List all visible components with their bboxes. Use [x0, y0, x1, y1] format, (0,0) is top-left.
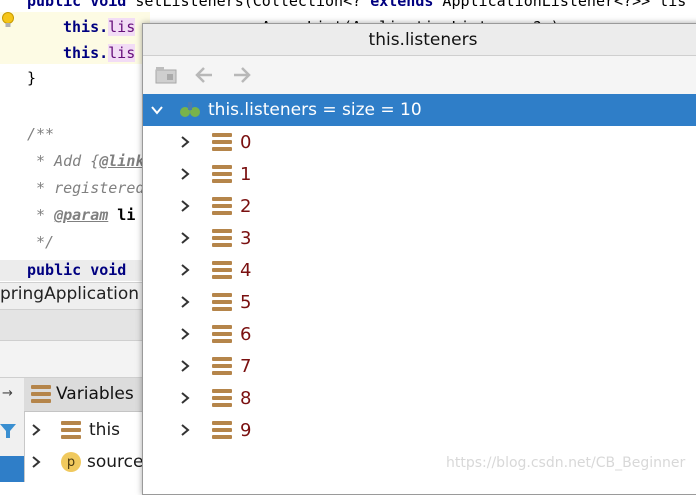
comment-close: */: [27, 233, 55, 251]
code-line-public-void: public void: [27, 261, 127, 279]
element-index: 5: [240, 291, 252, 313]
arrow-right-icon[interactable]: →: [2, 386, 13, 401]
chevron-right-icon[interactable]: [176, 293, 194, 311]
chevron-right-icon[interactable]: [27, 453, 45, 471]
field-icon: [61, 421, 81, 439]
tree-child-row[interactable]: 9: [143, 414, 696, 446]
variables-icon: [31, 385, 51, 403]
element-index: 0: [240, 131, 252, 153]
chevron-right-icon[interactable]: [176, 133, 194, 151]
forward-arrow-icon[interactable]: [229, 62, 255, 88]
field-icon: [212, 293, 232, 311]
field-icon: [212, 421, 232, 439]
comment-registered: * registered: [27, 179, 145, 197]
chevron-right-icon[interactable]: [176, 261, 194, 279]
comment-param: * @param li: [27, 206, 136, 224]
variables-title: Variables: [56, 384, 134, 404]
chevron-right-icon[interactable]: [176, 197, 194, 215]
tree-child-row[interactable]: 5: [143, 286, 696, 318]
popup-title[interactable]: this.listeners: [143, 24, 696, 56]
code-line-assign-2: this.lis: [63, 44, 136, 62]
selected-frame-marker: [0, 456, 24, 482]
field-icon: [212, 165, 232, 183]
chevron-right-icon[interactable]: [176, 229, 194, 247]
folder-icon[interactable]: [153, 62, 179, 88]
field-icon: [212, 229, 232, 247]
field-icon: [212, 325, 232, 343]
variable-name: this: [89, 420, 121, 440]
chevron-down-icon[interactable]: [148, 101, 166, 119]
field-icon: [212, 197, 232, 215]
debug-tab-spring-application[interactable]: pringApplication: [0, 284, 139, 304]
filter-icon[interactable]: [0, 422, 16, 444]
tree-child-row[interactable]: 3: [143, 222, 696, 254]
inspect-popup[interactable]: this.listeners this.listeners = size = 1…: [142, 23, 696, 495]
element-index: 9: [240, 419, 252, 441]
variable-name: source: [87, 452, 144, 472]
code-line-setlisteners: public void setListeners(Collection<? ex…: [27, 0, 687, 10]
code-line-close-brace: }: [27, 69, 37, 87]
tree-root-row[interactable]: this.listeners = size = 10: [143, 94, 696, 126]
tree-child-row[interactable]: 7: [143, 350, 696, 382]
tree-root-label: this.listeners = size = 10: [208, 100, 422, 120]
watch-glasses-icon: [178, 100, 202, 120]
back-arrow-icon[interactable]: [191, 62, 217, 88]
element-index: 8: [240, 387, 252, 409]
field-icon: [212, 261, 232, 279]
lightbulb-icon[interactable]: [0, 11, 16, 29]
object-tree: this.listeners = size = 10 0 1 2 3 4 5 6 7 8 9: [143, 94, 696, 446]
chevron-right-icon[interactable]: [176, 421, 194, 439]
watermark: https://blog.csdn.net/CB_Beginner: [446, 455, 686, 471]
element-index: 6: [240, 323, 252, 345]
parameter-icon: p: [61, 452, 81, 472]
chevron-right-icon[interactable]: [27, 421, 45, 439]
comment-add-link: * Add {@link: [27, 152, 145, 170]
element-index: 7: [240, 355, 252, 377]
element-index: 2: [240, 195, 252, 217]
element-index: 3: [240, 227, 252, 249]
variable-row-this[interactable]: this: [25, 415, 120, 445]
tree-child-row[interactable]: 8: [143, 382, 696, 414]
chevron-right-icon[interactable]: [176, 389, 194, 407]
element-index: 4: [240, 259, 252, 281]
tree-child-row[interactable]: 0: [143, 126, 696, 158]
field-icon: [212, 357, 232, 375]
field-icon: [212, 389, 232, 407]
tree-child-row[interactable]: 6: [143, 318, 696, 350]
variables-side-toolbar: →: [0, 378, 25, 482]
chevron-right-icon[interactable]: [176, 325, 194, 343]
tree-child-row[interactable]: 4: [143, 254, 696, 286]
element-index: 1: [240, 163, 252, 185]
comment-open: /**: [27, 125, 55, 143]
variable-row-source[interactable]: p source: [25, 447, 143, 477]
chevron-right-icon[interactable]: [176, 165, 194, 183]
tree-child-row[interactable]: 2: [143, 190, 696, 222]
chevron-right-icon[interactable]: [176, 357, 194, 375]
tree-child-row[interactable]: 1: [143, 158, 696, 190]
field-icon: [212, 133, 232, 151]
popup-toolbar: [143, 56, 696, 94]
